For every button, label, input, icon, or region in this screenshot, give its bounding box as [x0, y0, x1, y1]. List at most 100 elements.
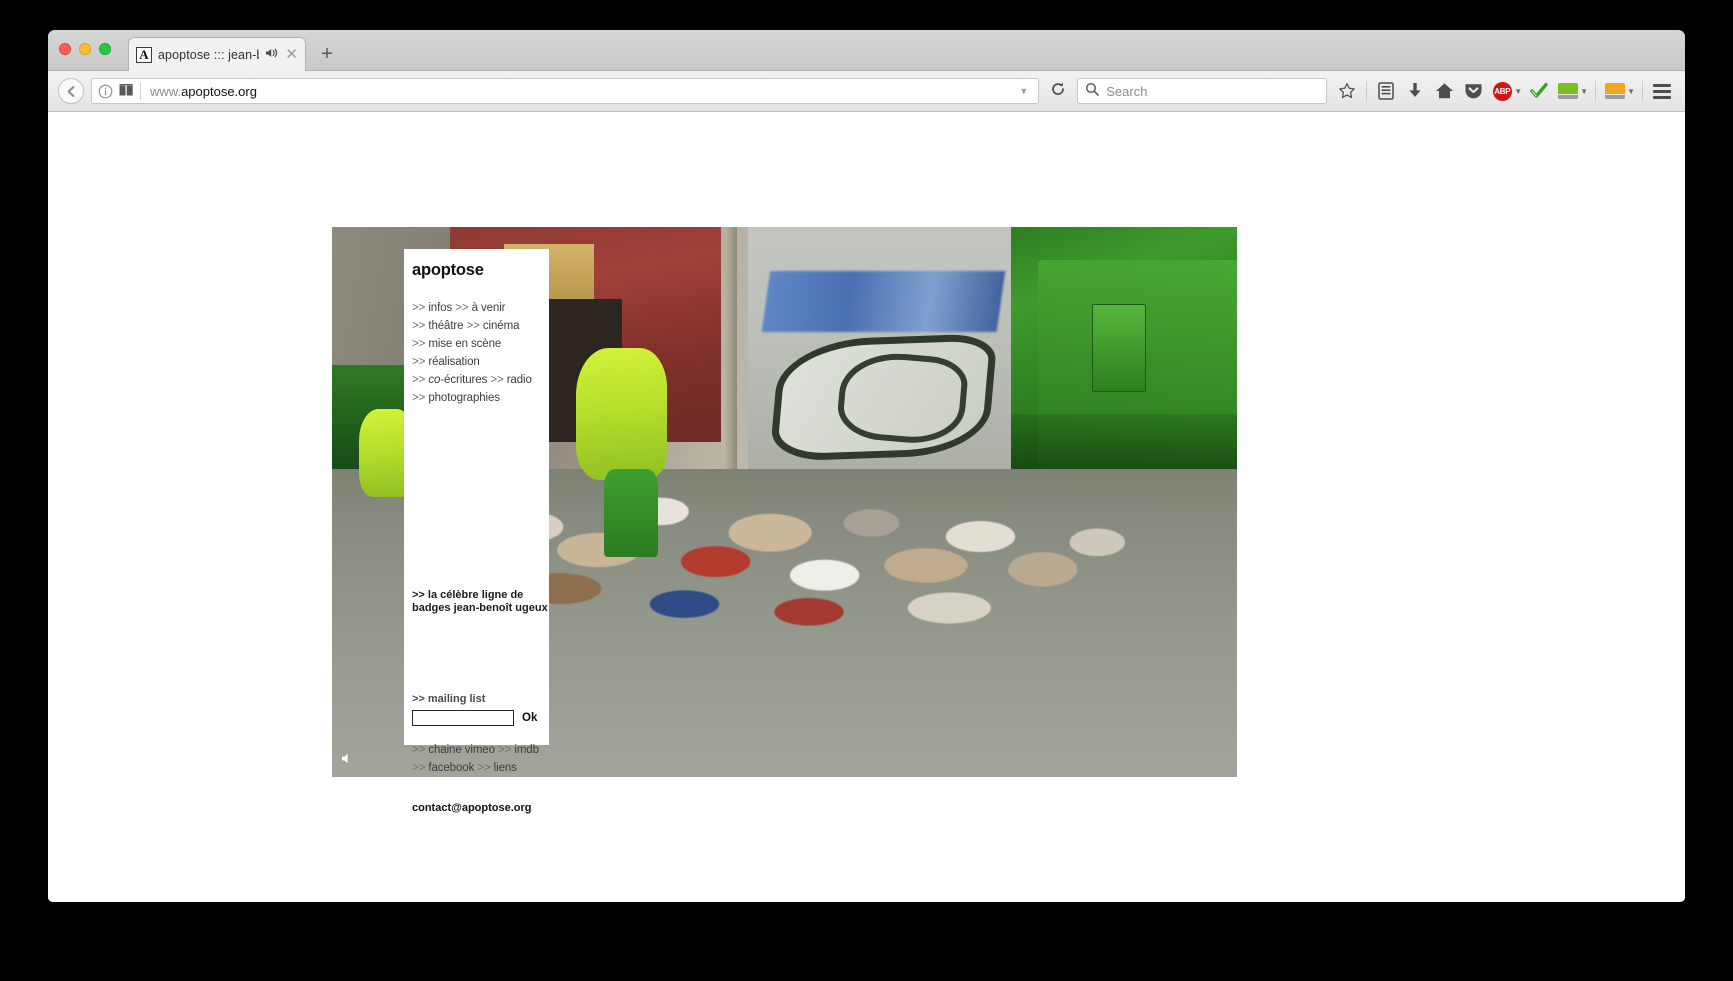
nav-label: imdb [514, 744, 539, 756]
mailing-list-input[interactable] [412, 710, 514, 726]
search-input[interactable]: Search [1077, 78, 1328, 104]
nav-label: à venir [471, 302, 506, 314]
nav-link-photographies[interactable]: >> photographies [412, 392, 500, 404]
page-info-icon[interactable] [98, 84, 113, 99]
url-text: www.apoptose.org [147, 84, 1013, 99]
chevron-down-icon[interactable]: ▼ [1019, 86, 1032, 96]
nav-link-realisation[interactable]: >> réalisation [412, 356, 480, 368]
toolbar-icons: ABP ▼ ▼ ▼ [1334, 78, 1675, 104]
orange-book-glyph [1605, 83, 1626, 99]
orange-book-addon-icon[interactable] [1602, 78, 1628, 104]
nav-link-radio[interactable]: >> radio [490, 374, 532, 386]
checkmark-addon-icon[interactable] [1526, 78, 1552, 104]
tab-title: apoptose ::: jean-benoî... [158, 47, 259, 62]
close-icon[interactable]: ✕ [285, 47, 298, 62]
nav-link-mise-en-scene[interactable]: >> mise en scène [412, 338, 501, 350]
nav-label: radio [506, 374, 532, 386]
url-domain: apoptose.org [181, 83, 257, 99]
nav-label: réalisation [428, 356, 480, 368]
adblock-plus-badge: ABP [1492, 81, 1512, 101]
navigation-toolbar: www.apoptose.org ▼ Search ABP ▼ ▼ ▼ [48, 71, 1685, 112]
pocket-icon[interactable] [1460, 78, 1486, 104]
bookmark-star-icon[interactable] [1334, 78, 1360, 104]
nav-label: infos [428, 302, 453, 314]
nav-label: -écritures [440, 374, 488, 386]
nav-arrows: >> [477, 762, 491, 774]
nav-label: mise en scène [428, 338, 502, 350]
mailing-list-submit-button[interactable]: Ok [522, 712, 537, 724]
site-nav-panel: apoptose >> infos >> à venir >> théâtre … [404, 249, 549, 814]
toolbar-divider [1366, 81, 1368, 101]
reader-view-icon[interactable] [119, 84, 134, 98]
badges-line-1: >> la célèbre ligne de [412, 589, 524, 601]
page-viewport: apoptose >> infos >> à venir >> théâtre … [48, 112, 1685, 902]
zoom-window-button[interactable] [99, 43, 111, 55]
nav-label: facebook [428, 762, 475, 774]
nav-arrows: >> [412, 320, 426, 332]
apoptose-favicon: A [136, 46, 152, 63]
window-controls [59, 43, 111, 55]
reload-icon[interactable] [1046, 81, 1070, 102]
nav-arrows: >> [412, 392, 426, 404]
nav-label-prefix: co [428, 374, 441, 386]
nav-arrows: >> [412, 338, 426, 350]
nav-arrows: >> [412, 762, 426, 774]
chevron-down-icon[interactable]: ▼ [1580, 87, 1588, 96]
social-link-liens[interactable]: >> liens [477, 762, 517, 774]
contact-email-link[interactable]: contact@apoptose.org [412, 802, 532, 814]
back-arrow-icon[interactable] [58, 78, 84, 104]
nav-link-co-ecritures[interactable]: >> co-écritures [412, 374, 490, 386]
nav-arrows: >> [412, 302, 426, 314]
close-window-button[interactable] [59, 43, 71, 55]
nav-label: liens [493, 762, 517, 774]
search-icon [1085, 82, 1100, 101]
social-link-facebook[interactable]: >> facebook [412, 762, 477, 774]
nav-arrows: >> [498, 744, 512, 756]
mailing-list-form: Ok [412, 710, 537, 726]
green-book-glyph [1558, 83, 1579, 99]
speaker-playing-icon[interactable] [265, 46, 279, 64]
tab-strip: A apoptose ::: jean-benoî... ✕ + [48, 30, 1685, 71]
nav-link-a-venir[interactable]: >> à venir [455, 302, 505, 314]
url-divider [140, 82, 141, 100]
green-book-addon-icon[interactable] [1555, 78, 1581, 104]
nav-arrows: >> [455, 302, 469, 314]
nav-arrows: >> [466, 320, 480, 332]
nav-link-infos[interactable]: >> infos [412, 302, 455, 314]
browser-tab[interactable]: A apoptose ::: jean-benoî... ✕ [128, 37, 306, 71]
nav-arrows: >> [490, 374, 504, 386]
url-scheme: www. [150, 83, 182, 99]
downloads-icon[interactable] [1402, 78, 1428, 104]
nav-label: photographies [428, 392, 500, 404]
nav-arrows: >> [412, 744, 426, 756]
social-link-chaine-vimeo[interactable]: >> chaine vimeo [412, 744, 498, 756]
adblock-plus-icon[interactable]: ABP [1489, 78, 1515, 104]
new-tab-button[interactable]: + [316, 44, 338, 66]
url-bar[interactable]: www.apoptose.org ▼ [91, 78, 1040, 104]
nav-label: cinéma [482, 320, 520, 332]
toolbar-divider [1595, 81, 1597, 101]
site-logo: apoptose [412, 261, 484, 279]
social-link-imdb[interactable]: >> imdb [498, 744, 539, 756]
hamburger-glyph [1653, 83, 1671, 99]
chevron-down-icon[interactable]: ▼ [1627, 87, 1635, 96]
badges-line-2: badges jean-benoît ugeux [412, 602, 548, 614]
nav-link-cinema[interactable]: >> cinéma [467, 320, 520, 332]
nav-arrows: >> [412, 356, 426, 368]
nav-link-theatre[interactable]: >> théâtre [412, 320, 467, 332]
browser-window: A apoptose ::: jean-benoî... ✕ + [48, 30, 1685, 902]
social-links: >> chaine vimeo >> imdb >> facebook >> l… [412, 740, 549, 776]
search-placeholder: Search [1106, 83, 1148, 99]
nav-label: théâtre [428, 320, 464, 332]
nav-arrows: >> [412, 374, 426, 386]
speaker-mute-icon[interactable] [340, 752, 355, 770]
nav-label: chaine vimeo [428, 744, 495, 756]
home-icon[interactable] [1431, 78, 1457, 104]
minimize-window-button[interactable] [79, 43, 91, 55]
badges-promo-link[interactable]: >> la célèbre ligne de badges jean-benoî… [412, 589, 548, 615]
toolbar-divider [1642, 81, 1643, 101]
library-icon[interactable] [1373, 78, 1399, 104]
hamburger-menu-icon[interactable] [1649, 78, 1675, 104]
chevron-down-icon[interactable]: ▼ [1514, 87, 1522, 96]
mailing-list-label: >> mailing list [412, 693, 486, 705]
